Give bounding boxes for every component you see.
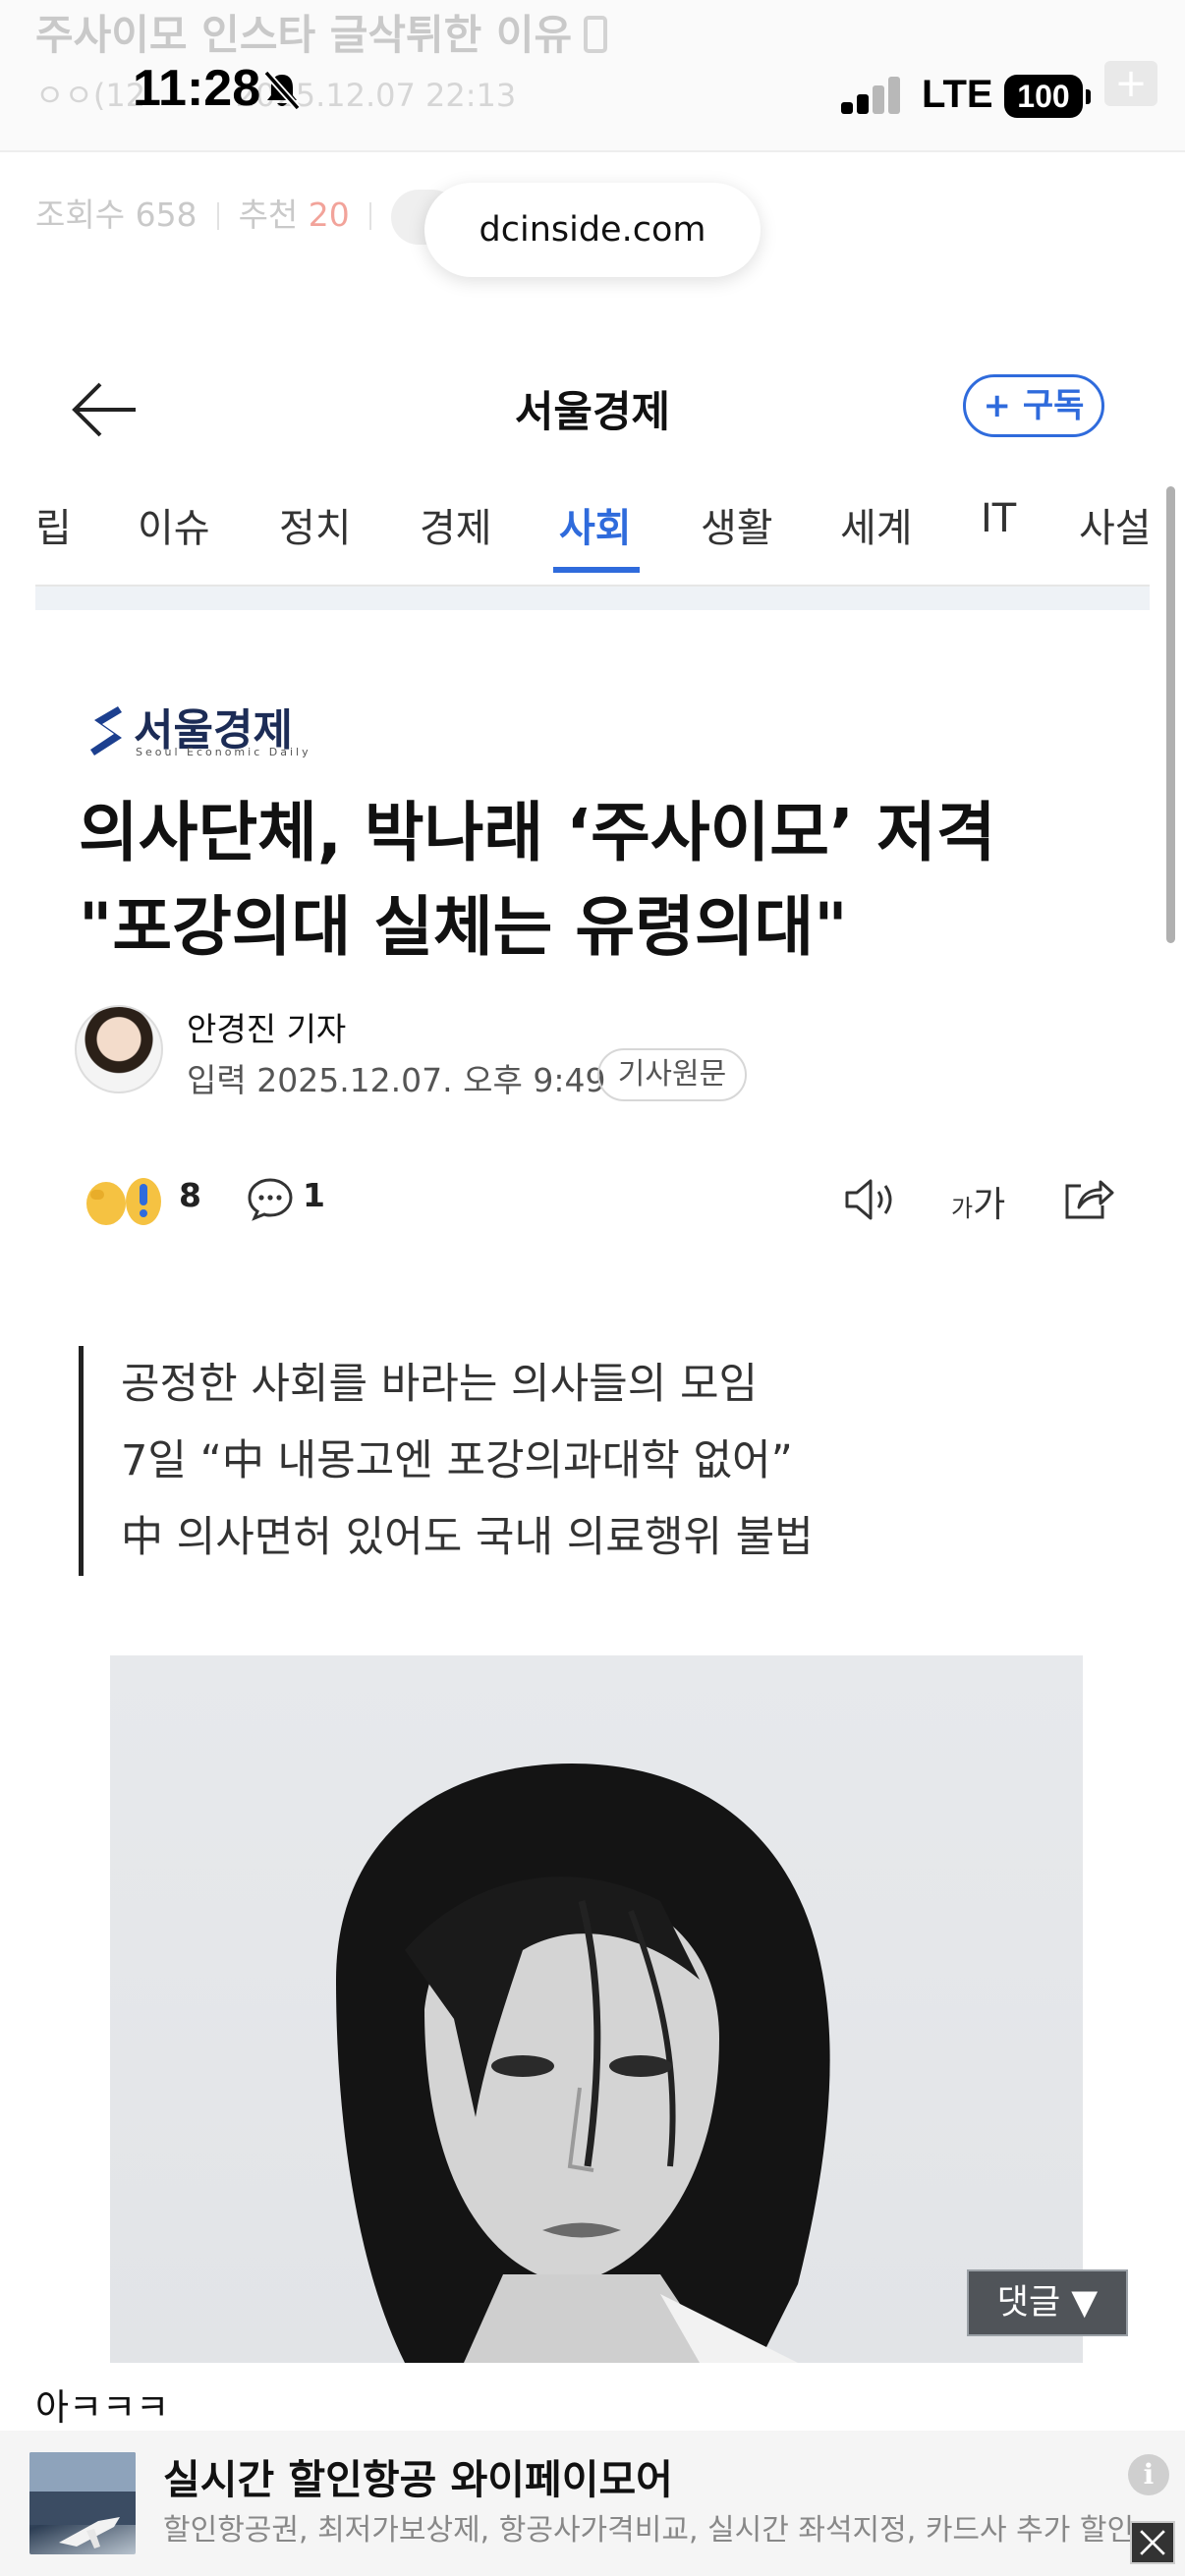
background-post-title-text: 주사이모 인스타 글삭튀한 이유 xyxy=(35,11,573,59)
ad-title[interactable]: 실시간 할인항공 와이페이모어 xyxy=(163,2446,673,2505)
tab-item[interactable]: 생활 xyxy=(701,496,773,553)
section-band xyxy=(35,587,1150,610)
reporter-avatar[interactable] xyxy=(75,1005,163,1093)
share-icon[interactable] xyxy=(1059,1176,1114,1223)
article-summary: 공정한 사회를 바라는 의사들의 모임 7일 “中 내몽고엔 포강의과대학 없어… xyxy=(79,1346,1120,1576)
tab-active[interactable]: 사회 xyxy=(559,496,632,553)
signal-icon xyxy=(841,77,902,114)
mobile-icon xyxy=(584,16,608,53)
comment-toggle-button[interactable]: 댓글 ▼ xyxy=(967,2269,1128,2336)
subscribe-button[interactable]: + 구독 xyxy=(963,374,1104,437)
airplane-icon xyxy=(29,2452,136,2548)
battery-indicator: 100 xyxy=(1004,75,1091,118)
reaction-icon[interactable] xyxy=(81,1170,169,1229)
reaction-count: 8 xyxy=(179,1176,201,1214)
reporter-name[interactable]: 안경진 기자 xyxy=(187,1003,346,1050)
summary-line: 中 의사면허 있어도 국내 의료행위 불법 xyxy=(121,1513,814,1562)
url-pill[interactable]: dcinside.com xyxy=(424,183,761,277)
ad-description: 할인항공권, 최저가보상제, 항공사가격비교, 실시간 좌석지정, 카드사 추가… xyxy=(163,2513,1135,2548)
comment-count: 1 xyxy=(303,1176,325,1214)
comment-icon[interactable] xyxy=(246,1176,295,1221)
background-post-title: 주사이모 인스타 글삭튀한 이유 xyxy=(35,2,608,62)
summary-line: 7일 “中 내몽고엔 포강의과대학 없어” xyxy=(121,1436,793,1485)
category-tabs: 립 이슈 정치 경제 사회 생활 세계 IT 사설 xyxy=(35,486,1150,596)
original-article-button[interactable]: 기사원문 xyxy=(597,1048,747,1101)
bell-slash-icon xyxy=(263,70,301,111)
network-type: LTE xyxy=(922,73,993,116)
views-label: 조회수 658 xyxy=(35,196,198,234)
tab-item[interactable]: 세계 xyxy=(840,496,913,553)
ad-thumbnail xyxy=(29,2452,136,2554)
headline-line: 의사단체, 박나래 ‘주사이모’ 저격 xyxy=(79,795,996,870)
recommend-count: 20 xyxy=(308,196,350,234)
scrollbar[interactable] xyxy=(1166,486,1175,943)
article-actions: 8 1 가가 xyxy=(0,1164,1185,1243)
add-icon[interactable]: + xyxy=(1104,61,1157,106)
font-size-icon[interactable]: 가가 xyxy=(951,1176,1005,1227)
tab-item[interactable]: 이슈 xyxy=(138,496,210,553)
tab-item[interactable]: 립 xyxy=(35,496,72,553)
tab-item[interactable]: IT xyxy=(981,496,1016,541)
author-meta: ㅇㅇ(12 xyxy=(35,77,146,114)
status-time: 11:28 xyxy=(133,60,261,117)
speaker-icon[interactable] xyxy=(843,1176,900,1223)
logo-mark-icon xyxy=(90,706,122,756)
divider xyxy=(216,202,219,230)
ad-banner[interactable]: 실시간 할인항공 와이페이모어 할인항공권, 최저가보상제, 항공사가격비교, … xyxy=(0,2431,1185,2576)
portrait-image xyxy=(336,1764,830,2363)
article-photo[interactable] xyxy=(110,1655,1083,2363)
divider xyxy=(368,202,371,230)
ad-info-icon[interactable]: i xyxy=(1128,2454,1169,2495)
tab-item[interactable]: 경제 xyxy=(420,496,492,553)
news-card: 서울경제 + 구독 립 이슈 정치 경제 사회 생활 세계 IT 사설 서울경제… xyxy=(0,339,1185,2432)
article-headline: 의사단체, 박나래 ‘주사이모’ 저격 "포강의대 실체는 유령의대" xyxy=(79,786,1120,975)
post-body-text: 아ㅋㅋㅋ xyxy=(35,2386,170,2429)
active-tab-underline xyxy=(553,567,640,573)
font-large-glyph: 가 xyxy=(973,1185,1006,1225)
headline-line: "포강의대 실체는 유령의대" xyxy=(79,889,848,965)
close-icon[interactable] xyxy=(1130,2521,1175,2564)
logo-subtitle: Seoul Economic Daily xyxy=(136,746,311,758)
tab-item[interactable]: 사설 xyxy=(1079,496,1150,553)
summary-line: 공정한 사회를 바라는 의사들의 모임 xyxy=(121,1360,759,1409)
font-small-glyph: 가 xyxy=(951,1195,974,1222)
post-stats: 조회수 658 추천 20 xyxy=(35,189,460,245)
tab-item[interactable]: 정치 xyxy=(279,496,352,553)
publish-dateline: 입력 2025.12.07. 오후 9:49 xyxy=(187,1061,606,1099)
recommend-label: 추천 xyxy=(238,196,299,234)
